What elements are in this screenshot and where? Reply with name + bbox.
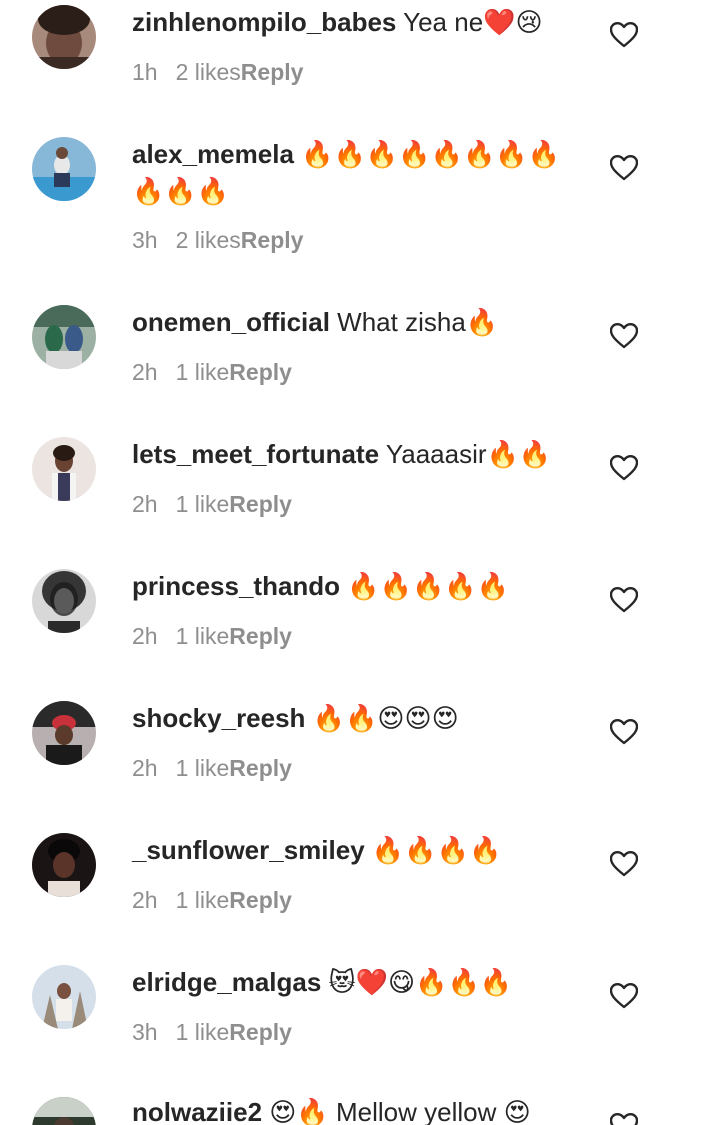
avatar-image [32,965,96,1029]
comment-username[interactable]: onemen_official [132,307,330,337]
comment-meta: 2h 1 likeReply [132,885,292,915]
avatar-image [32,701,96,765]
comment-likes[interactable]: 1 like [176,623,230,649]
avatar-image [32,833,96,897]
comment-time: 2h [132,623,158,649]
comment-text: _sunflower_smiley 🔥🔥🔥🔥 [132,832,572,869]
comment-meta: 1h 2 likesReply [132,57,303,87]
avatar[interactable] [32,965,96,1029]
comment-body: 🔥🔥😍😍😍 [312,703,459,733]
comments-list: zinhlenompilo_babes Yea ne❤️😢 1h 2 likesR… [0,0,720,1125]
comment-likes[interactable]: 1 like [176,887,230,913]
reply-button[interactable]: Reply [241,59,304,85]
reply-button[interactable]: Reply [241,227,304,253]
avatar[interactable] [32,569,96,633]
comment-body: 🔥🔥🔥🔥 [371,835,502,865]
comment-likes[interactable]: 2 likes [176,227,241,253]
avatar-image [32,137,96,201]
like-heart-icon[interactable] [610,719,638,745]
avatar[interactable] [32,1097,96,1125]
like-heart-icon[interactable] [610,851,638,877]
comment-meta: 2h 1 likeReply [132,357,292,387]
comment-meta: 3h 2 likesReply [132,225,303,255]
avatar[interactable] [32,5,96,69]
like-heart-icon[interactable] [610,983,638,1009]
comment-time: 2h [132,887,158,913]
avatar-image [32,5,96,69]
like-heart-icon[interactable] [610,455,638,481]
comment-username[interactable]: nolwaziie2 [132,1097,262,1125]
like-heart-icon[interactable] [610,587,638,613]
comment-body: What zisha🔥 [337,307,499,337]
comment-likes[interactable]: 1 like [176,1019,230,1045]
comment-time: 3h [132,1019,158,1045]
avatar-image [32,437,96,501]
avatar[interactable] [32,137,96,201]
comment-username[interactable]: elridge_malgas [132,967,321,997]
avatar[interactable] [32,437,96,501]
comment-likes[interactable]: 1 like [176,491,230,517]
avatar-image [32,569,96,633]
comment-time: 2h [132,755,158,781]
comment-text: princess_thando 🔥🔥🔥🔥🔥 [132,568,572,605]
comment-text: alex_memela 🔥🔥🔥🔥🔥🔥🔥🔥🔥🔥🔥 [132,136,572,210]
comment-meta: 3h 1 likeReply [132,1017,292,1047]
like-heart-icon[interactable] [610,22,638,48]
comment-likes[interactable]: 1 like [176,755,230,781]
comment-username[interactable]: shocky_reesh [132,703,305,733]
avatar[interactable] [32,305,96,369]
comment-body: Yaaaasir🔥🔥 [385,439,552,469]
reply-button[interactable]: Reply [229,887,292,913]
avatar-image [32,1097,96,1125]
comment-meta: 2h 1 likeReply [132,621,292,651]
comment-likes[interactable]: 1 like [176,359,230,385]
comment-username[interactable]: alex_memela [132,139,294,169]
comment-body: 😻❤️😋🔥🔥🔥 [328,967,513,997]
comment-meta: 2h 1 likeReply [132,489,292,519]
like-heart-icon[interactable] [610,155,638,181]
comment-text: lets_meet_fortunate Yaaaasir🔥🔥 [132,436,572,473]
comment-text: onemen_official What zisha🔥 [132,304,572,341]
reply-button[interactable]: Reply [229,359,292,385]
like-heart-icon[interactable] [610,323,638,349]
reply-button[interactable]: Reply [229,491,292,517]
avatar-image [32,305,96,369]
comment-time: 1h [132,59,158,85]
reply-button[interactable]: Reply [229,623,292,649]
comment-likes[interactable]: 2 likes [176,59,241,85]
comment-body: Yea ne❤️😢 [403,7,543,37]
comment-username[interactable]: _sunflower_smiley [132,835,365,865]
comment-text: elridge_malgas 😻❤️😋🔥🔥🔥 [132,964,572,1001]
comment-body: 🔥🔥🔥🔥🔥 [347,571,510,601]
comment-username[interactable]: zinhlenompilo_babes [132,7,396,37]
comment-username[interactable]: princess_thando [132,571,340,601]
avatar[interactable] [32,701,96,765]
comment-text: shocky_reesh 🔥🔥😍😍😍 [132,700,572,737]
comment-text: nolwaziie2 😍🔥 Mellow yellow 😍 [132,1094,572,1125]
comment-time: 3h [132,227,158,253]
like-heart-icon[interactable] [610,1113,638,1125]
comment-time: 2h [132,359,158,385]
comment-body: 😍🔥 Mellow yellow 😍 [269,1097,531,1125]
comment-meta: 2h 1 likeReply [132,753,292,783]
avatar[interactable] [32,833,96,897]
comment-time: 2h [132,491,158,517]
reply-button[interactable]: Reply [229,1019,292,1045]
comment-text: zinhlenompilo_babes Yea ne❤️😢 [132,4,572,41]
comment-username[interactable]: lets_meet_fortunate [132,439,379,469]
reply-button[interactable]: Reply [229,755,292,781]
